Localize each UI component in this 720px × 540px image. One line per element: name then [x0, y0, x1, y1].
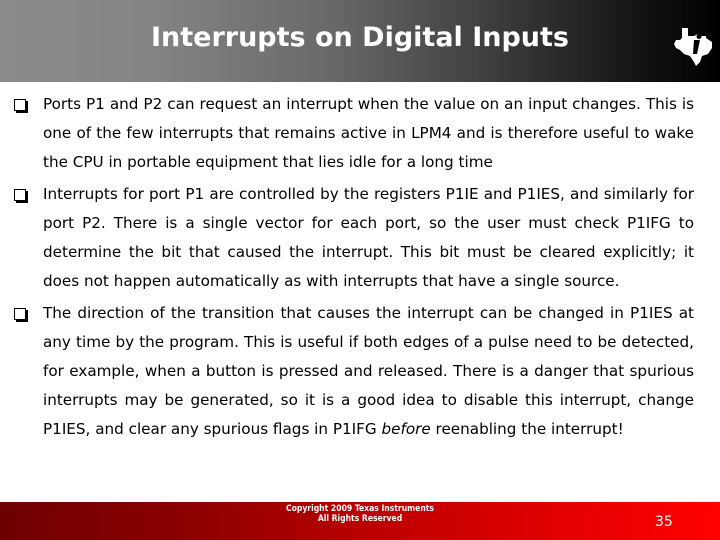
bullet-text: Interrupts for port P1 are controlled by… — [43, 185, 694, 290]
slide-footer: Copyright 2009 Texas Instruments All Rig… — [0, 502, 720, 540]
bullet-text-emphasis: before — [381, 420, 431, 438]
bullet-text: The direction of the transition that cau… — [43, 304, 694, 438]
texas-instruments-logo-icon — [674, 28, 712, 66]
page-number: 35 — [655, 514, 673, 530]
copyright-notice: Copyright 2009 Texas Instruments All Rig… — [0, 504, 720, 524]
slide-header: Interrupts on Digital Inputs — [0, 0, 720, 82]
bullet-item: The direction of the transition that cau… — [14, 299, 694, 444]
bullet-item: Interrupts for port P1 are controlled by… — [14, 180, 694, 296]
checkbox-bullet-icon — [14, 99, 26, 111]
slide-title: Interrupts on Digital Inputs — [150, 22, 570, 53]
checkbox-bullet-icon — [14, 308, 26, 320]
slide-content: Ports P1 and P2 can request an interrupt… — [14, 90, 694, 447]
bullet-item: Ports P1 and P2 can request an interrupt… — [14, 90, 694, 177]
bullet-text: Ports P1 and P2 can request an interrupt… — [43, 95, 694, 171]
rights-line: All Rights Reserved — [317, 514, 403, 524]
copyright-line: Copyright 2009 Texas Instruments — [285, 504, 434, 514]
bullet-text: reenabling the interrupt! — [430, 420, 624, 438]
checkbox-bullet-icon — [14, 189, 26, 201]
